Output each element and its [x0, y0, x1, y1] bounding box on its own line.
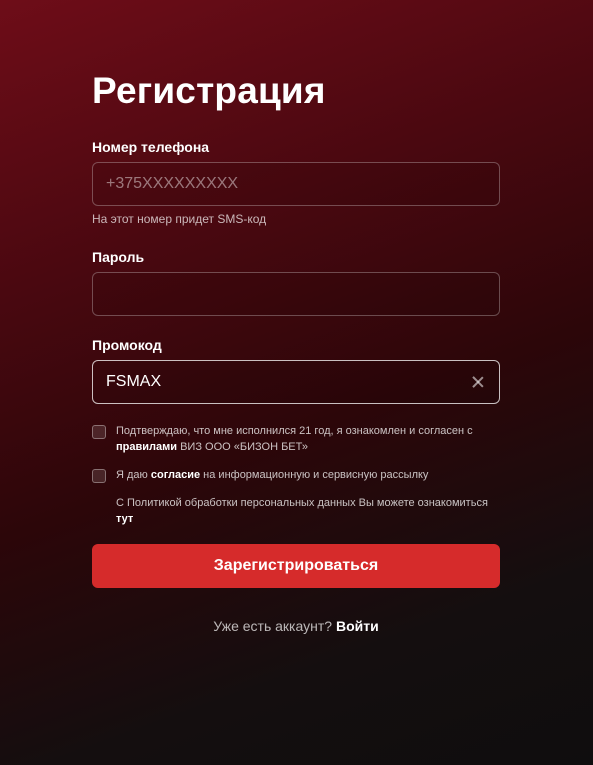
- phone-input[interactable]: [106, 175, 486, 193]
- policy-link[interactable]: тут: [116, 513, 133, 525]
- policy-text: С Политикой обработки персональных данны…: [116, 497, 488, 509]
- phone-hint: На этот номер придет SMS-код: [92, 212, 267, 226]
- password-label: Пароль: [92, 249, 145, 265]
- clear-icon[interactable]: [470, 374, 486, 390]
- age-agreement-checkbox[interactable]: [92, 425, 106, 439]
- newsletter-prefix: Я даю: [116, 469, 148, 481]
- rules-link[interactable]: правилами: [116, 441, 177, 453]
- consent-link[interactable]: согласие: [151, 469, 200, 481]
- phone-label: Номер телефона: [92, 139, 210, 155]
- newsletter-text: Я даю согласие на информационную и серви…: [116, 467, 428, 483]
- phone-field[interactable]: [92, 162, 500, 206]
- newsletter-agreement-row: Я даю согласие на информационную и серви…: [92, 467, 500, 483]
- login-question: Уже есть аккаунт?: [213, 618, 333, 634]
- privacy-policy-note: С Политикой обработки персональных данны…: [116, 495, 500, 527]
- promo-input[interactable]: [106, 373, 470, 391]
- login-link[interactable]: Войти: [336, 618, 379, 634]
- age-agreement-row: Подтверждаю, что мне исполнился 21 год, …: [92, 423, 500, 455]
- page-title: Регистрация: [92, 70, 326, 111]
- age-agreement-text: Подтверждаю, что мне исполнился 21 год, …: [116, 423, 473, 455]
- age-agreement-label: Подтверждаю, что мне исполнился 21 год, …: [116, 425, 473, 437]
- newsletter-checkbox[interactable]: [92, 469, 106, 483]
- register-button[interactable]: Зарегистрироваться: [92, 544, 500, 588]
- age-agreement-suffix: ВИЗ ООО «БИЗОН БЕТ»: [180, 441, 308, 453]
- promo-field[interactable]: [92, 360, 500, 404]
- newsletter-suffix: на информационную и сервисную рассылку: [203, 469, 429, 481]
- password-field[interactable]: [92, 272, 500, 316]
- login-prompt: Уже есть аккаунт? Войти: [92, 618, 500, 634]
- password-input[interactable]: [106, 285, 486, 303]
- promo-label: Промокод: [92, 337, 162, 353]
